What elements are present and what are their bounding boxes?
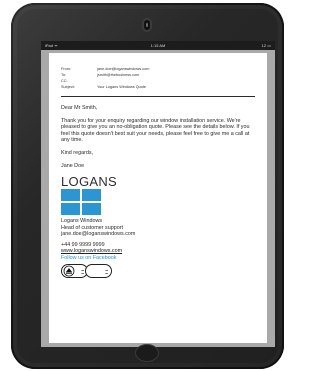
subject-row: Subject: Your Logans Windows Quote — [61, 84, 255, 90]
battery-indicator: 12 ▭ — [261, 43, 271, 48]
subject-label: Subject: — [61, 85, 75, 89]
tablet-frame: iPad ᯤ 1:15 AM 12 ▭ From: jane.doe@logan… — [11, 3, 284, 369]
facebook-link[interactable]: Follow us on Facebook — [61, 255, 255, 262]
sender-name: Jane Doe — [61, 162, 85, 169]
tablet-screen: iPad ᯤ 1:15 AM 12 ▭ From: jane.doe@logan… — [41, 41, 275, 347]
closing: Kind regards, — [61, 149, 94, 156]
certification-seal-icon: ▬ ▬ — [61, 264, 88, 279]
email-document: From: jane.doe@loganswindows.com To: jsm… — [49, 53, 267, 343]
header-divider — [61, 96, 255, 97]
seal-emblem-icon — [63, 265, 75, 277]
accreditation-badges: ▬ ▬ ▬ ▬ — [61, 264, 255, 279]
status-bar: iPad ᯤ 1:15 AM 12 ▭ — [41, 41, 275, 50]
subject-value: Your Logans Windows Quote — [97, 85, 147, 89]
accreditation-seal-icon: ▬ ▬ — [85, 264, 112, 279]
seal-text-lines: ▬ ▬ — [105, 269, 108, 276]
body-paragraph: Thank you for your enquiry regarding our… — [61, 117, 250, 144]
clock: 1:15 AM — [150, 43, 166, 48]
email-header: From: jane.doe@loganswindows.com To: jsm… — [61, 53, 255, 90]
logo-pane — [61, 189, 80, 202]
email-signature: Logans Windows Head of customer support … — [61, 218, 255, 261]
logo-pane — [82, 203, 101, 216]
home-button[interactable] — [135, 344, 159, 362]
company-logo-mark — [61, 189, 255, 216]
company-logo-text: LOGANS — [61, 174, 117, 190]
logo-pane — [61, 203, 80, 216]
logo-pane — [82, 189, 101, 202]
email-body: Dear Mr Smith, Thank you for your enquir… — [61, 105, 255, 169]
seal-text-lines: ▬ ▬ — [81, 269, 84, 276]
camera-icon — [142, 18, 152, 32]
greeting: Dear Mr Smith, — [61, 105, 98, 111]
